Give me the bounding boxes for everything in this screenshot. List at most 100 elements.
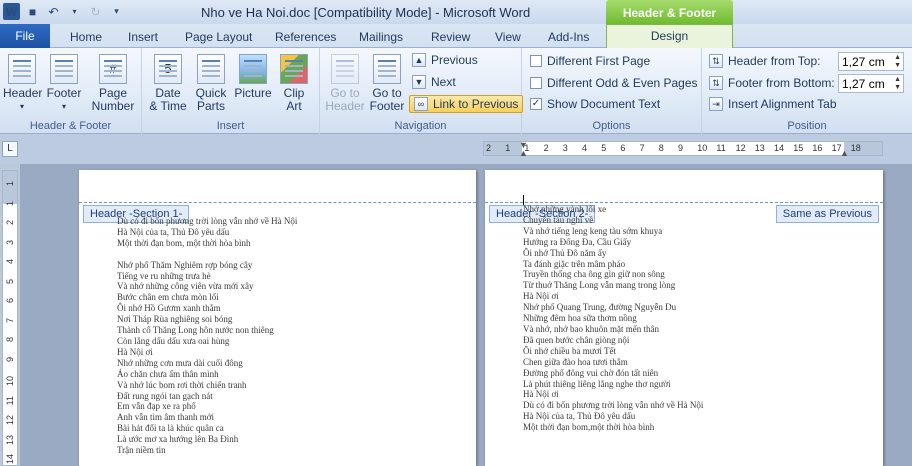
go-to-header-button[interactable]: Go to Header <box>325 54 365 113</box>
header-position-icon: ⇅ <box>709 54 723 68</box>
footer-from-bottom-input[interactable]: 1,27 cm ▲ ▼ <box>838 74 904 93</box>
different-first-page-check[interactable] <box>530 55 542 67</box>
ruler-h-number: 10 <box>697 143 708 153</box>
poem-left-line: Bước chân em chưa mòn lối <box>117 292 219 303</box>
title-bar: W ■ ↶ ▾ ↻ ▾ Nho ve Ha Noi.doc [Compatibi… <box>0 0 912 24</box>
footer-from-bottom-label: Footer from Bottom: <box>728 76 835 90</box>
header-label: Header <box>3 86 43 100</box>
picture-button[interactable]: Picture <box>233 54 273 100</box>
tab-insert[interactable]: Insert <box>128 30 158 44</box>
tab-review[interactable]: Review <box>431 30 470 44</box>
insert-alignment-tab-button[interactable]: ⇥ Insert Alignment Tab <box>709 97 837 111</box>
tab-mailings[interactable]: Mailings <box>359 30 403 44</box>
next-label: Next <box>431 75 456 89</box>
page-number-button[interactable]: # Page Number <box>86 54 140 113</box>
undo-icon[interactable]: ↶ <box>45 3 62 20</box>
ruler-v-number: 11 <box>5 395 15 405</box>
header-boundary-right <box>485 202 883 203</box>
clip-art-button[interactable]: Clip Art <box>276 54 312 113</box>
footer-position-icon: ⇅ <box>709 76 723 90</box>
poem-text-left[interactable]: Dù có đi bốn phương trời lòng vẫn nhớ về… <box>117 216 297 456</box>
poem-right-line: Là phút thiêng liêng lắng nghe thơ người <box>523 378 671 389</box>
ruler-h-number: 12 <box>735 143 746 153</box>
poem-left-line: Áo chăn chưa ấm thân mình <box>117 368 219 379</box>
customize-qat-icon[interactable]: ▾ <box>108 3 125 20</box>
different-odd-even-check[interactable] <box>530 77 542 89</box>
left-indent-icon[interactable]: ▲ <box>519 148 528 158</box>
undo-dropdown-icon[interactable]: ▾ <box>66 3 83 20</box>
go-to-footer-icon <box>373 54 401 84</box>
footer-button[interactable]: Footer ▾ <box>45 54 83 113</box>
poem-right-line: Dù có đi bốn phương trời lòng vẫn nhớ về… <box>523 400 704 411</box>
different-odd-even-checkbox[interactable]: Different Odd & Even Pages <box>530 76 698 90</box>
quick-parts-button[interactable]: Quick Parts <box>191 54 231 113</box>
tab-design[interactable]: Design <box>606 24 733 49</box>
footer-from-bottom-row: ⇅ Footer from Bottom: <box>709 76 835 90</box>
show-document-text-check[interactable]: ✓ <box>530 98 542 110</box>
poem-right-line: Một thời đạn bom,một thời hòa bình <box>523 422 655 433</box>
ruler-h-number: 5 <box>601 143 607 153</box>
ruler-v-number: 9 <box>5 356 15 362</box>
poem-left-line: Một thời đạn bom, một thời hòa bình <box>117 237 251 248</box>
go-to-footer-button[interactable]: Go to Footer <box>367 54 407 113</box>
page-left[interactable]: Header -Section 1- Dù có đi bốn phương t… <box>79 170 476 466</box>
save-icon[interactable]: ■ <box>24 3 41 20</box>
tab-home[interactable]: Home <box>70 30 102 44</box>
tab-page-layout[interactable]: Page Layout <box>185 30 252 44</box>
link-icon: ∞ <box>414 97 428 111</box>
poem-left-line: Bài hát đổi ta là khúc quân ca <box>117 423 224 434</box>
poem-right-line: Chen giữa đào hoa tươi thắm <box>523 356 628 367</box>
different-first-page-checkbox[interactable]: Different First Page <box>530 54 650 68</box>
tab-references[interactable]: References <box>275 30 336 44</box>
date-time-button[interactable]: 5 Date & Time <box>148 54 188 113</box>
tab-selector-icon[interactable]: L <box>2 141 18 157</box>
show-document-text-label: Show Document Text <box>547 97 661 111</box>
vertical-ruler[interactable]: 1 1 2 3 4 5 6 7 8 9 10 11 12 13 14 <box>2 170 18 466</box>
insert-alignment-tab-label: Insert Alignment Tab <box>728 97 837 111</box>
different-first-page-label: Different First Page <box>547 54 651 68</box>
link-to-previous-button[interactable]: ∞ Link to Previous <box>409 95 524 113</box>
poem-right-line: Hà Nội ơi <box>523 389 559 400</box>
group-label-navigation: Navigation <box>394 120 447 132</box>
same-as-previous-tag: Same as Previous <box>775 205 879 223</box>
ruler-h-number: 9 <box>678 143 684 153</box>
poem-left-line: Tiếng ve ru những trưa hè <box>117 270 211 281</box>
header-from-top-value: 1,27 cm <box>842 55 885 69</box>
page-number-label-2: Number <box>91 99 135 113</box>
ruler-v-number: 1 <box>5 181 15 187</box>
group-label-insert: Insert <box>216 120 245 132</box>
footer-from-bottom-spinner-icon[interactable]: ▲ ▼ <box>894 76 901 92</box>
next-button[interactable]: ▼ Next <box>412 75 456 89</box>
ruler-h-number: 11 <box>716 143 726 153</box>
poem-right-line: Ôi nhớ chiều ba mươi Tết <box>523 345 616 356</box>
poem-left-line: Nhớ phố Thăm Nghiêm rợp bóng cây <box>117 259 253 270</box>
previous-button[interactable]: ▲ Previous <box>412 53 478 67</box>
redo-icon[interactable]: ↻ <box>87 3 104 20</box>
picture-label: Picture <box>234 86 272 100</box>
header-icon <box>8 54 36 84</box>
header-dropdown-icon: ▾ <box>19 102 24 111</box>
right-indent-icon[interactable]: ▲ <box>840 148 849 158</box>
poem-right-line: Đường phố đông vui chờ đón tất niên <box>523 367 659 378</box>
tab-file[interactable]: File <box>0 24 50 48</box>
word-logo-icon[interactable]: W <box>3 3 20 20</box>
horizontal-ruler[interactable]: 2 1 1 2 3 4 5 6 7 8 9 10 11 12 13 14 15 16 17 18 ▼ ▲ ▲ <box>483 140 883 158</box>
footer-from-bottom-value: 1,27 cm <box>842 77 885 91</box>
ruler-v-number: 8 <box>5 337 15 343</box>
header-from-top-spinner-icon[interactable]: ▲ ▼ <box>894 54 901 70</box>
header-from-top-input[interactable]: 1,27 cm ▲ ▼ <box>838 52 904 71</box>
poem-right-line: Hà Nội ơi <box>523 291 559 302</box>
ruler-h-number: 14 <box>774 143 785 153</box>
header-button[interactable]: Header ▾ <box>3 54 43 113</box>
poem-text-right[interactable]: Nhớ những vành lối xe Chuyến tàu nghỉ về V… <box>523 204 703 433</box>
poem-right-line: Nhớ phố Quang Trung, đường Nguyễn Du <box>523 302 677 313</box>
poem-left-line: Nơi Tháp Rùa nghiêng soi bóng <box>117 314 233 325</box>
header-footer-tools-title: Header & Footer Tools <box>606 0 733 46</box>
tab-add-ins[interactable]: Add-Ins <box>548 30 589 44</box>
page-right[interactable]: Header -Section 2- Same as Previous Nhớ … <box>485 170 883 466</box>
quick-access-toolbar: W ■ ↶ ▾ ↻ ▾ <box>3 3 125 20</box>
show-document-text-checkbox[interactable]: ✓ Show Document Text <box>530 97 660 111</box>
go-to-footer-label-2: Footer <box>369 99 405 113</box>
header-boundary-left <box>79 202 476 203</box>
tab-view[interactable]: View <box>495 30 521 44</box>
